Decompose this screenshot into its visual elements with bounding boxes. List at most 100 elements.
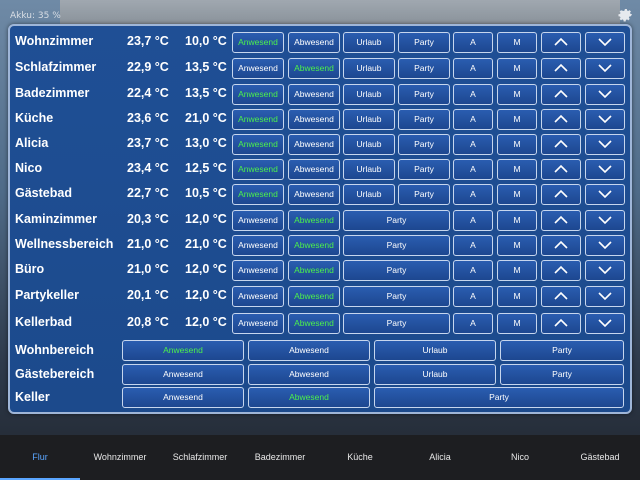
urlaub-button[interactable]: Urlaub xyxy=(343,58,395,79)
party-button[interactable]: Party xyxy=(398,159,450,180)
a-button[interactable]: A xyxy=(453,109,493,130)
abwesend-button[interactable]: Abwesend xyxy=(288,235,340,256)
temperature-up-button[interactable] xyxy=(541,210,581,231)
party-button[interactable]: Party xyxy=(398,109,450,130)
urlaub-button[interactable]: Urlaub xyxy=(343,32,395,53)
party-button[interactable]: Party xyxy=(343,235,450,256)
temperature-down-button[interactable] xyxy=(585,58,625,79)
temperature-up-button[interactable] xyxy=(541,184,581,205)
temperature-up-button[interactable] xyxy=(541,134,581,155)
anwesend-button[interactable]: Anwesend xyxy=(232,260,284,281)
m-button[interactable]: M xyxy=(497,210,537,231)
abwesend-button[interactable]: Abwesend xyxy=(288,260,340,281)
group-urlaub-button[interactable]: Urlaub xyxy=(374,340,496,361)
temperature-down-button[interactable] xyxy=(585,84,625,105)
a-button[interactable]: A xyxy=(453,210,493,231)
m-button[interactable]: M xyxy=(497,286,537,307)
anwesend-button[interactable]: Anwesend xyxy=(232,84,284,105)
anwesend-button[interactable]: Anwesend xyxy=(232,286,284,307)
anwesend-button[interactable]: Anwesend xyxy=(232,184,284,205)
temperature-down-button[interactable] xyxy=(585,235,625,256)
abwesend-button[interactable]: Abwesend xyxy=(288,313,340,334)
anwesend-button[interactable]: Anwesend xyxy=(232,235,284,256)
m-button[interactable]: M xyxy=(497,134,537,155)
a-button[interactable]: A xyxy=(453,159,493,180)
m-button[interactable]: M xyxy=(497,260,537,281)
temperature-down-button[interactable] xyxy=(585,286,625,307)
a-button[interactable]: A xyxy=(453,260,493,281)
anwesend-button[interactable]: Anwesend xyxy=(232,313,284,334)
temperature-down-button[interactable] xyxy=(585,260,625,281)
nav-tab-kueche[interactable]: Küche xyxy=(320,435,400,480)
party-button[interactable]: Party xyxy=(398,84,450,105)
abwesend-button[interactable]: Abwesend xyxy=(288,210,340,231)
temperature-down-button[interactable] xyxy=(585,134,625,155)
party-button[interactable]: Party xyxy=(398,32,450,53)
temperature-up-button[interactable] xyxy=(541,109,581,130)
abwesend-button[interactable]: Abwesend xyxy=(288,32,340,53)
urlaub-button[interactable]: Urlaub xyxy=(343,134,395,155)
group-abwesend-button[interactable]: Abwesend xyxy=(248,387,370,408)
group-anwesend-button[interactable]: Anwesend xyxy=(122,340,244,361)
group-anwesend-button[interactable]: Anwesend xyxy=(122,387,244,408)
anwesend-button[interactable]: Anwesend xyxy=(232,58,284,79)
a-button[interactable]: A xyxy=(453,32,493,53)
party-button[interactable]: Party xyxy=(343,286,450,307)
anwesend-button[interactable]: Anwesend xyxy=(232,159,284,180)
m-button[interactable]: M xyxy=(497,313,537,334)
abwesend-button[interactable]: Abwesend xyxy=(288,58,340,79)
group-urlaub-button[interactable]: Urlaub xyxy=(374,364,496,385)
nav-tab-gaestebad[interactable]: Gästebad xyxy=(560,435,640,480)
temperature-down-button[interactable] xyxy=(585,32,625,53)
m-button[interactable]: M xyxy=(497,159,537,180)
temperature-down-button[interactable] xyxy=(585,109,625,130)
a-button[interactable]: A xyxy=(453,84,493,105)
urlaub-button[interactable]: Urlaub xyxy=(343,159,395,180)
temperature-up-button[interactable] xyxy=(541,313,581,334)
a-button[interactable]: A xyxy=(453,58,493,79)
nav-tab-flur[interactable]: Flur xyxy=(0,435,80,480)
group-abwesend-button[interactable]: Abwesend xyxy=(248,364,370,385)
temperature-up-button[interactable] xyxy=(541,159,581,180)
anwesend-button[interactable]: Anwesend xyxy=(232,210,284,231)
party-button[interactable]: Party xyxy=(343,210,450,231)
temperature-down-button[interactable] xyxy=(585,184,625,205)
a-button[interactable]: A xyxy=(453,134,493,155)
m-button[interactable]: M xyxy=(497,109,537,130)
nav-tab-alicia[interactable]: Alicia xyxy=(400,435,480,480)
gear-icon[interactable] xyxy=(616,6,634,24)
temperature-up-button[interactable] xyxy=(541,286,581,307)
temperature-up-button[interactable] xyxy=(541,260,581,281)
group-party-button[interactable]: Party xyxy=(500,340,624,361)
a-button[interactable]: A xyxy=(453,235,493,256)
nav-tab-nico[interactable]: Nico xyxy=(480,435,560,480)
group-anwesend-button[interactable]: Anwesend xyxy=(122,364,244,385)
abwesend-button[interactable]: Abwesend xyxy=(288,84,340,105)
party-button[interactable]: Party xyxy=(398,184,450,205)
urlaub-button[interactable]: Urlaub xyxy=(343,109,395,130)
group-abwesend-button[interactable]: Abwesend xyxy=(248,340,370,361)
anwesend-button[interactable]: Anwesend xyxy=(232,109,284,130)
nav-tab-badezimmer[interactable]: Badezimmer xyxy=(240,435,320,480)
temperature-up-button[interactable] xyxy=(541,58,581,79)
urlaub-button[interactable]: Urlaub xyxy=(343,184,395,205)
nav-tab-schlafzimmer[interactable]: Schlafzimmer xyxy=(160,435,240,480)
nav-tab-wohnzimmer[interactable]: Wohnzimmer xyxy=(80,435,160,480)
temperature-down-button[interactable] xyxy=(585,313,625,334)
group-party-button[interactable]: Party xyxy=(374,387,624,408)
party-button[interactable]: Party xyxy=(343,313,450,334)
temperature-up-button[interactable] xyxy=(541,32,581,53)
a-button[interactable]: A xyxy=(453,184,493,205)
a-button[interactable]: A xyxy=(453,313,493,334)
urlaub-button[interactable]: Urlaub xyxy=(343,84,395,105)
m-button[interactable]: M xyxy=(497,58,537,79)
temperature-up-button[interactable] xyxy=(541,235,581,256)
abwesend-button[interactable]: Abwesend xyxy=(288,134,340,155)
abwesend-button[interactable]: Abwesend xyxy=(288,159,340,180)
abwesend-button[interactable]: Abwesend xyxy=(288,109,340,130)
m-button[interactable]: M xyxy=(497,235,537,256)
group-party-button[interactable]: Party xyxy=(500,364,624,385)
temperature-down-button[interactable] xyxy=(585,210,625,231)
temperature-down-button[interactable] xyxy=(585,159,625,180)
m-button[interactable]: M xyxy=(497,32,537,53)
